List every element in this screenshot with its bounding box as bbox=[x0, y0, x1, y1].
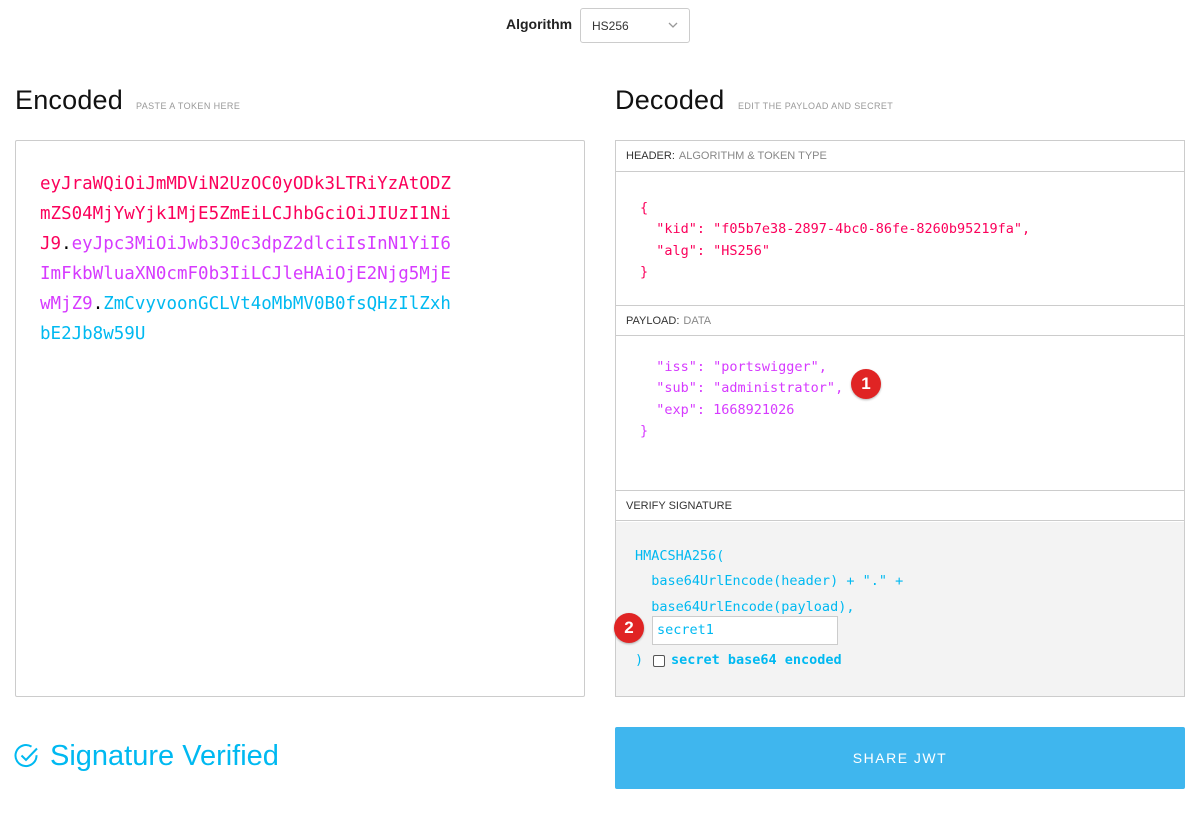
close-paren: ) bbox=[635, 652, 644, 668]
encoded-token-line: mZS04MjYwYjk1MjE5ZmEiLCJhbGciOiJIUzI1Ni bbox=[40, 199, 560, 229]
token-segment-dot: . bbox=[61, 234, 72, 254]
encoded-token-line: J9.eyJpc3MiOiJwb3J0c3dpZ2dlciIsInN1YiI6 bbox=[40, 229, 560, 259]
encoded-token-text: eyJraWQiOiJmMDViN2UzOC0yODk3LTRiYzAtODZ m… bbox=[40, 169, 560, 349]
header-section-title: HEADER: ALGORITHM & TOKEN TYPE bbox=[616, 141, 1184, 172]
decoded-panel: HEADER: ALGORITHM & TOKEN TYPE { "kid": "… bbox=[615, 140, 1185, 697]
algorithm-label: Algorithm bbox=[506, 16, 573, 32]
decoded-subtitle: EDIT THE PAYLOAD AND SECRET bbox=[738, 101, 894, 111]
token-segment-dot: . bbox=[92, 294, 104, 314]
header-section-label: HEADER: bbox=[626, 150, 675, 162]
annotation-badge-2: 2 bbox=[614, 613, 644, 643]
decoded-title: Decoded bbox=[615, 85, 725, 115]
token-segment-payload: ImFkbWluaXN0cmF0b3IiLCJleHAiOjE2Njg5MjE bbox=[40, 264, 451, 284]
encoded-token-line: bE2Jb8w59U bbox=[40, 319, 560, 349]
chevron-down-icon bbox=[667, 18, 679, 37]
verify-signature-body: HMACSHA256( base64UrlEncode(header) + ".… bbox=[616, 522, 1184, 696]
payload-json-editor[interactable]: "iss": "portswigger", "sub": "administra… bbox=[640, 357, 843, 442]
algorithm-selected-value: HS256 bbox=[592, 19, 629, 33]
check-circle-icon bbox=[14, 743, 40, 774]
algorithm-select[interactable]: HS256 bbox=[580, 8, 690, 43]
payload-section-label: PAYLOAD: bbox=[626, 315, 680, 327]
annotation-badge-1: 1 bbox=[851, 369, 881, 399]
token-segment-sig: ZmCvyvoonGCLVt4oMbMV0B0fsQHzIlZxh bbox=[103, 294, 451, 314]
token-segment-sig: bE2Jb8w59U bbox=[40, 324, 146, 344]
payload-section-muted: DATA bbox=[683, 315, 712, 327]
token-segment-payload: wMjZ9 bbox=[40, 294, 93, 314]
secret-base64-checkbox[interactable] bbox=[653, 655, 665, 667]
signature-verified-text: Signature Verified bbox=[50, 740, 279, 772]
secret-input[interactable]: secret1 bbox=[652, 616, 838, 645]
payload-section-title: PAYLOAD: DATA bbox=[616, 305, 1184, 336]
header-section-muted: ALGORITHM & TOKEN TYPE bbox=[678, 150, 827, 162]
token-segment-header: eyJraWQiOiJmMDViN2UzOC0yODk3LTRiYzAtODZ bbox=[40, 174, 451, 194]
hmac-code: HMACSHA256( base64UrlEncode(header) + ".… bbox=[635, 548, 904, 615]
share-jwt-button[interactable]: SHARE JWT bbox=[615, 727, 1185, 789]
secret-base64-label: secret base64 encoded bbox=[671, 652, 842, 668]
encoded-token-line: eyJraWQiOiJmMDViN2UzOC0yODk3LTRiYzAtODZ bbox=[40, 169, 560, 199]
encoded-title: Encoded bbox=[15, 85, 123, 115]
token-segment-header: J9 bbox=[40, 234, 62, 254]
token-segment-payload: eyJpc3MiOiJwb3J0c3dpZ2dlciIsInN1YiI6 bbox=[71, 234, 451, 254]
encoded-token-line: ImFkbWluaXN0cmF0b3IiLCJleHAiOjE2Njg5MjE bbox=[40, 259, 560, 289]
encoded-token-textarea[interactable]: eyJraWQiOiJmMDViN2UzOC0yODk3LTRiYzAtODZ m… bbox=[15, 140, 585, 697]
encoded-subtitle: PASTE A TOKEN HERE bbox=[136, 101, 241, 111]
token-segment-header: mZS04MjYwYjk1MjE5ZmEiLCJhbGciOiJIUzI1Ni bbox=[40, 204, 451, 224]
header-json-editor[interactable]: { "kid": "f05b7e38-2897-4bc0-86fe-8260b9… bbox=[640, 198, 1030, 283]
encoded-token-line: wMjZ9.ZmCvyvoonGCLVt4oMbMV0B0fsQHzIlZxh bbox=[40, 289, 560, 319]
verify-section-title: VERIFY SIGNATURE bbox=[616, 490, 1184, 521]
verify-section-label: VERIFY SIGNATURE bbox=[626, 500, 732, 512]
